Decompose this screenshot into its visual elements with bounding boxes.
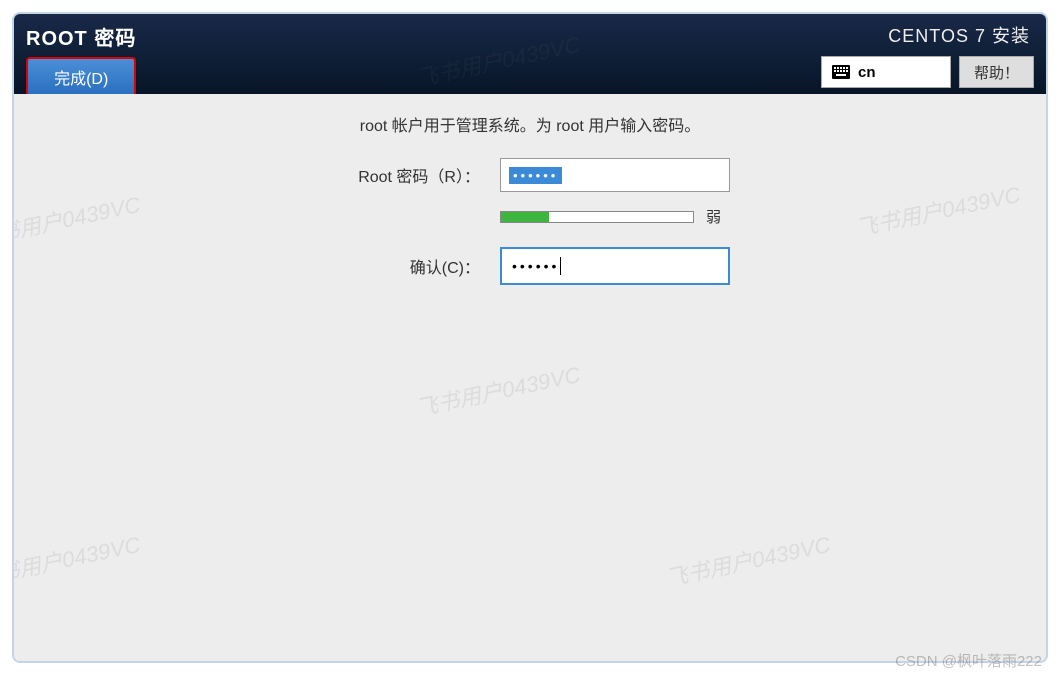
header-controls: cn 帮助！: [821, 56, 1034, 88]
confirm-password-input[interactable]: ••••••: [500, 247, 730, 285]
credit-text: CSDN @枫叶落雨222: [895, 650, 1042, 671]
strength-fill: [501, 212, 549, 222]
strength-label: 弱: [706, 206, 730, 227]
watermark: 飞书用户0439VC: [413, 357, 584, 423]
confirm-row: 确认(C)： ••••••: [54, 247, 1006, 285]
keyboard-icon: [832, 65, 850, 79]
help-button[interactable]: 帮助！: [959, 56, 1034, 88]
form-description: root 帐户用于管理系统。为 root 用户输入密码。: [54, 112, 1006, 136]
text-cursor: [560, 257, 561, 275]
strength-meter: 弱: [500, 206, 730, 227]
watermark: 飞书用户0439VC: [663, 527, 834, 593]
done-button[interactable]: 完成(D): [26, 57, 136, 97]
header-left: ROOT 密码 完成(D): [26, 22, 136, 97]
password-row: Root 密码（R）： ••••••: [54, 158, 1006, 192]
header-bar: ROOT 密码 完成(D) CENTOS 7 安装: [14, 14, 1046, 94]
header-right: CENTOS 7 安装: [821, 22, 1034, 88]
language-selector[interactable]: cn: [821, 56, 951, 88]
strength-bar: [500, 211, 694, 223]
root-password-input[interactable]: ••••••: [500, 158, 730, 192]
install-title: CENTOS 7 安装: [888, 22, 1030, 48]
language-code: cn: [858, 64, 876, 81]
password-label: Root 密码（R）：: [330, 163, 480, 187]
watermark: 飞书用户0439VC: [12, 527, 143, 593]
main-content: root 帐户用于管理系统。为 root 用户输入密码。 Root 密码（R）：…: [14, 94, 1046, 661]
page-title: ROOT 密码: [26, 22, 136, 51]
confirm-masked-value: ••••••: [512, 258, 559, 274]
confirm-label: 确认(C)：: [330, 254, 480, 278]
installer-window: ROOT 密码 完成(D) CENTOS 7 安装: [12, 12, 1048, 663]
password-masked-value: ••••••: [509, 167, 562, 184]
strength-row: 弱: [54, 206, 1006, 227]
